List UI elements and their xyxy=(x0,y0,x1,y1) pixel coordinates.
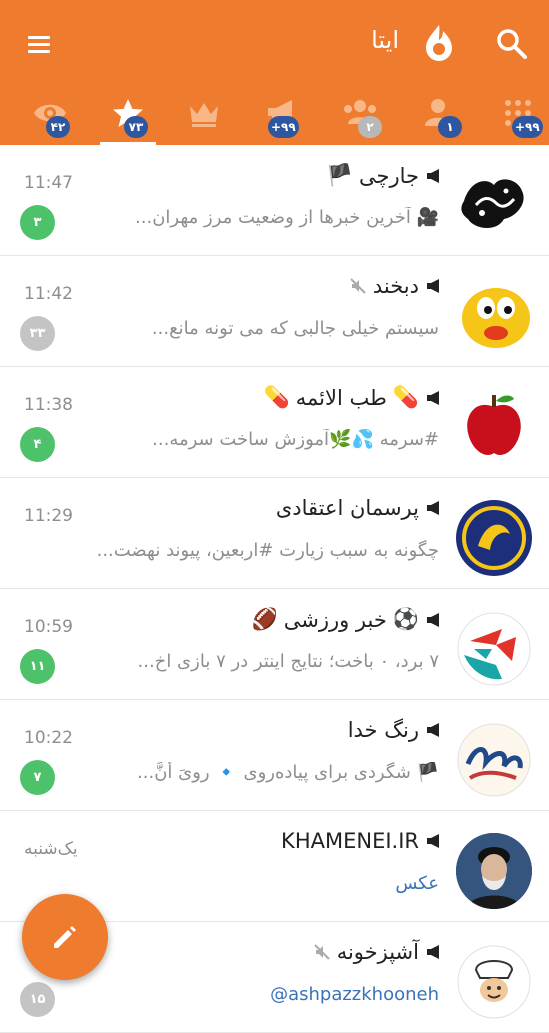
unread-count: ۴ xyxy=(20,427,55,462)
channel-megaphone-icon xyxy=(427,390,439,405)
avatar xyxy=(456,389,532,465)
muted-icon xyxy=(313,944,330,960)
chat-title: 💊 طب الائمه 💊 xyxy=(264,385,443,410)
tab-contacts[interactable]: ۱ xyxy=(402,90,466,145)
search-icon xyxy=(497,29,527,59)
pencil-icon xyxy=(54,926,76,948)
muted-icon xyxy=(350,278,366,294)
hamburger-icon xyxy=(28,36,50,39)
hamburger-icon-line xyxy=(28,50,50,53)
chat-title: KHAMENEI.IR xyxy=(281,829,443,853)
tab-all[interactable]: +۹۹ xyxy=(482,90,546,145)
channel-megaphone-icon xyxy=(427,723,439,737)
tab-badge: ۱ xyxy=(438,116,462,138)
channel-megaphone-icon xyxy=(427,834,439,848)
chat-time: 11:38 xyxy=(24,395,73,415)
chat-preview: #سرمه 💦🌿آموزش ساخت سرمه... xyxy=(152,429,439,450)
chat-time: 11:42 xyxy=(24,284,73,304)
tab-badge: ۴۲ xyxy=(46,116,70,138)
unread-count: ۱۱ xyxy=(20,649,55,684)
tab-groups[interactable]: ۲ xyxy=(324,90,388,145)
channel-megaphone-icon xyxy=(427,501,439,515)
tab-badge: ۲ xyxy=(358,116,382,138)
chat-row[interactable]: دبخند سیستم خیلی جالبی که می تونه مانع..… xyxy=(0,256,549,367)
chat-preview: عکس xyxy=(395,873,439,894)
chat-row[interactable]: 💊 طب الائمه 💊 #سرمه 💦🌿آموزش ساخت سرمه...… xyxy=(0,367,549,478)
chat-preview: چگونه به سبب زیارت #اربعین، پیوند نهضت..… xyxy=(96,540,439,561)
compose-button[interactable] xyxy=(22,894,108,980)
crown-icon xyxy=(190,103,218,127)
chat-time: 11:47 xyxy=(24,173,73,193)
chat-title: ⚽ خبر ورزشی 🏈 xyxy=(252,607,443,632)
chat-preview: سیستم خیلی جالبی که می تونه مانع... xyxy=(151,318,439,339)
chat-name: طب الائمه xyxy=(295,385,387,410)
avatar xyxy=(456,722,532,798)
chat-preview: 🎥 آخرین خبرها از وضعیت مرز مهران... xyxy=(135,207,439,228)
unread-count: ۳ xyxy=(20,205,55,240)
tab-eye[interactable]: ۴۲ xyxy=(14,90,78,145)
avatar xyxy=(456,611,532,687)
folder-tabs: ۴۲ ۷۳ +۹۹ ۲ ۱ +۹۹ xyxy=(0,90,549,145)
chat-title: دبخند xyxy=(349,274,443,298)
chat-name: خبر ورزشی xyxy=(283,607,387,632)
chat-name: آشپزخونه xyxy=(336,940,419,964)
chat-row[interactable]: ⚽ خبر ورزشی 🏈 ۷ برد، ۰ باخت؛ نتایج اینتر… xyxy=(0,589,549,700)
avatar xyxy=(456,278,532,354)
chat-title: آشپزخونه xyxy=(313,940,443,964)
chat-time: 10:22 xyxy=(24,728,73,748)
unread-count: ۳۳ xyxy=(20,316,55,351)
flag-emoji: 🏴 xyxy=(326,163,353,187)
pill-emoji: 💊 xyxy=(392,385,419,409)
chat-name: KHAMENEI.IR xyxy=(281,829,419,853)
tab-favorites[interactable]: ۷۳ xyxy=(92,90,156,145)
chat-name: رنگ خدا xyxy=(347,718,419,742)
chat-preview: ۷ برد، ۰ باخت؛ نتایج اینتر در ۷ بازی اخ.… xyxy=(137,651,439,672)
chat-title: رنگ خدا xyxy=(348,718,443,742)
chat-name: پرسمان اعتقادی xyxy=(275,496,419,520)
chat-time: 11:29 xyxy=(24,506,73,526)
football-emoji: 🏈 xyxy=(251,607,278,631)
channel-megaphone-icon xyxy=(427,168,439,183)
chat-row[interactable]: رنگ خدا 🏴 شگردی برای پیاده‌روی 🔹 رِوِیَ … xyxy=(0,700,549,811)
unread-count: ۷ xyxy=(20,760,55,795)
chat-preview: @ashpazzkhooneh xyxy=(270,984,439,1005)
app-title: ایتا xyxy=(371,26,399,54)
menu-button[interactable] xyxy=(22,28,58,58)
avatar xyxy=(456,944,532,1020)
channel-megaphone-icon xyxy=(427,279,439,293)
top-app-bar: ایتا ۴۲ ۷۳ +۹۹ ۲ ۱ +۹۹ xyxy=(0,0,549,145)
chat-time: یک‌شنبه xyxy=(24,839,78,859)
chat-title: جارچی 🏴 xyxy=(327,163,443,188)
tab-badge: ۷۳ xyxy=(124,116,148,138)
avatar xyxy=(456,167,532,243)
pill-emoji: 💊 xyxy=(263,385,290,409)
chat-row[interactable]: جارچی 🏴 🎥 آخرین خبرها از وضعیت مرز مهران… xyxy=(0,145,549,256)
hamburger-icon-line xyxy=(28,43,50,46)
channel-megaphone-icon xyxy=(427,612,439,627)
chat-preview: 🏴 شگردی برای پیاده‌روی 🔹 رِوِیَ أنَّ... xyxy=(137,762,439,783)
chat-time: 10:59 xyxy=(24,617,73,637)
soccer-emoji: ⚽ xyxy=(392,607,419,631)
tab-channels[interactable]: +۹۹ xyxy=(246,90,310,145)
tab-crown[interactable] xyxy=(168,90,232,145)
tab-badge: +۹۹ xyxy=(268,116,299,138)
chat-name: جارچی xyxy=(358,163,419,188)
avatar xyxy=(456,500,532,576)
channel-megaphone-icon xyxy=(427,945,439,959)
chat-title: پرسمان اعتقادی xyxy=(276,496,443,520)
chat-name: دبخند xyxy=(372,274,419,298)
search-button[interactable] xyxy=(494,26,530,62)
avatar xyxy=(456,833,532,909)
chat-row[interactable]: پرسمان اعتقادی چگونه به سبب زیارت #اربعی… xyxy=(0,478,549,589)
tab-badge: +۹۹ xyxy=(512,116,543,138)
eitaa-flame-icon xyxy=(422,22,456,62)
